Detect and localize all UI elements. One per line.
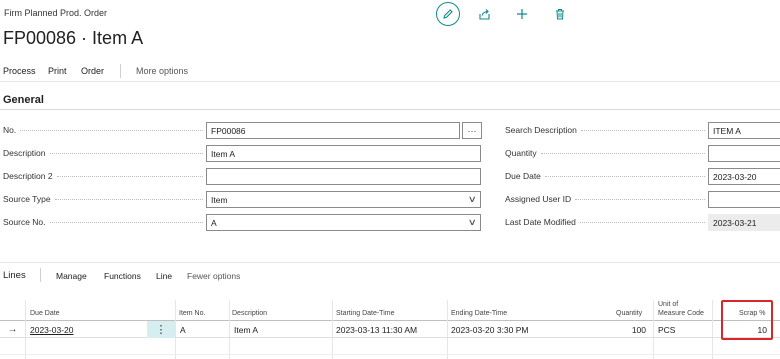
description-label: Description	[3, 145, 203, 161]
delete-icon	[556, 9, 564, 20]
row-quantity[interactable]: 100	[600, 321, 646, 338]
description-field[interactable]: Item A	[206, 145, 481, 162]
lines-section-title[interactable]: Lines	[3, 270, 26, 281]
more-options-button[interactable]: More options	[136, 66, 188, 76]
row-starting-date-time[interactable]: 2023-03-13 11:30 AM	[336, 321, 417, 338]
column-due-date[interactable]: Due Date	[30, 309, 60, 318]
search-description-label: Search Description	[505, 122, 705, 138]
source-type-label: Source Type	[3, 191, 203, 207]
lines-separator	[40, 268, 41, 282]
add-button[interactable]	[514, 6, 530, 22]
functions-menu[interactable]: Functions	[104, 271, 141, 281]
add-icon	[517, 9, 527, 19]
delete-button[interactable]	[552, 6, 568, 22]
table-row-empty[interactable]	[0, 355, 780, 359]
column-description[interactable]: Description	[232, 309, 267, 318]
row-menu-button[interactable]: ⋮	[147, 321, 175, 338]
column-ending-date-time[interactable]: Ending Date-Time	[451, 309, 507, 318]
due-date-field[interactable]: 2023-03-20	[708, 168, 780, 185]
row-due-date[interactable]: 2023-03-20	[30, 321, 73, 338]
edit-icon	[443, 9, 453, 19]
row-ending-date-time[interactable]: 2023-03-20 3:30 PM	[451, 321, 529, 338]
column-item-no[interactable]: Item No.	[179, 309, 205, 318]
assigned-user-id-field[interactable]	[708, 191, 780, 208]
scrap-highlight-box	[721, 300, 773, 340]
manage-menu[interactable]: Manage	[56, 271, 87, 281]
due-date-label: Due Date	[505, 168, 705, 184]
share-icon	[478, 8, 490, 20]
general-section-title[interactable]: General	[3, 94, 44, 106]
line-menu[interactable]: Line	[156, 271, 172, 281]
row-arrow-icon[interactable]: →	[0, 321, 25, 338]
chevron-down-icon: ∨	[468, 194, 478, 204]
row-item-no[interactable]: A	[180, 321, 186, 338]
chevron-down-icon: ∨	[468, 217, 478, 227]
process-menu[interactable]: Process	[3, 66, 36, 76]
no-field[interactable]: FP00086	[206, 122, 460, 139]
source-type-select[interactable]: Item ∨	[206, 191, 481, 208]
lines-divider	[0, 262, 780, 263]
fewer-options-button[interactable]: Fewer options	[187, 271, 240, 281]
order-menu[interactable]: Order	[81, 66, 104, 76]
last-date-modified-field: 2023-03-21	[708, 214, 780, 231]
action-bar	[0, 60, 780, 82]
no-lookup-button[interactable]: ···	[462, 122, 482, 139]
page-caption: Firm Planned Prod. Order	[4, 8, 108, 18]
assigned-user-id-label: Assigned User ID	[505, 191, 705, 207]
column-starting-date-time[interactable]: Starting Date-Time	[336, 309, 394, 318]
section-divider	[0, 109, 780, 110]
action-separator	[120, 64, 121, 78]
table-row-empty[interactable]	[0, 338, 780, 355]
description-2-field[interactable]	[206, 168, 481, 185]
share-button[interactable]	[476, 6, 492, 22]
page-title: FP00086 · Item A	[3, 28, 144, 48]
last-date-modified-label: Last Date Modified	[505, 214, 705, 230]
column-uom-line1[interactable]: Unit of	[658, 300, 678, 309]
row-description[interactable]: Item A	[234, 321, 258, 338]
column-uom-line2[interactable]: Measure Code	[658, 309, 704, 318]
source-no-select[interactable]: A ∨	[206, 214, 481, 231]
row-uom[interactable]: PCS	[658, 321, 675, 338]
no-label: No.	[3, 122, 203, 138]
print-menu[interactable]: Print	[48, 66, 67, 76]
description-2-label: Description 2	[3, 168, 203, 184]
search-description-field[interactable]: ITEM A	[708, 122, 780, 139]
edit-button[interactable]	[436, 2, 460, 26]
column-quantity[interactable]: Quantity	[616, 309, 642, 318]
source-no-label: Source No.	[3, 214, 203, 230]
quantity-field[interactable]	[708, 145, 780, 162]
quantity-label: Quantity	[505, 145, 705, 161]
